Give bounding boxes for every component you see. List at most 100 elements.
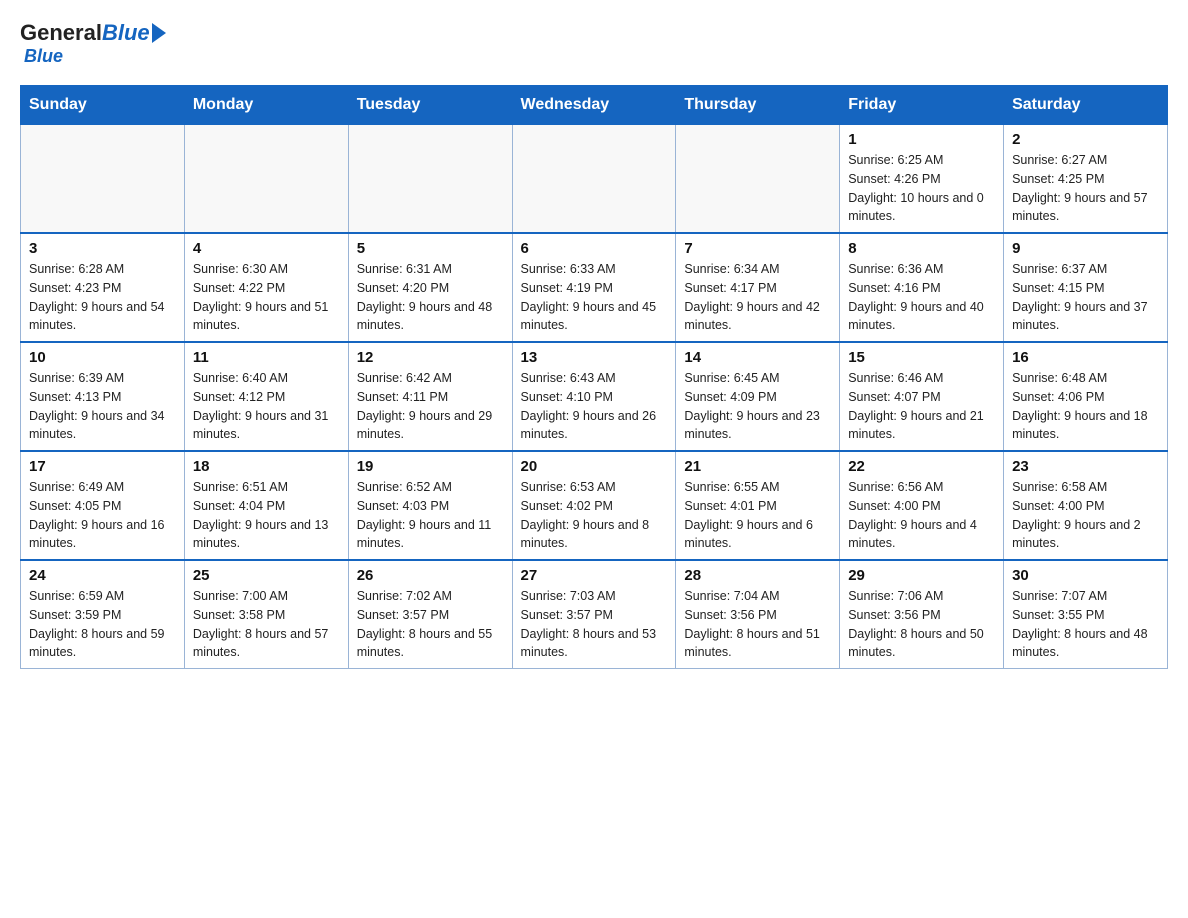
day-info: Sunrise: 6:33 AM Sunset: 4:19 PM Dayligh…	[521, 260, 668, 335]
calendar-cell: 26Sunrise: 7:02 AM Sunset: 3:57 PM Dayli…	[348, 560, 512, 669]
day-info: Sunrise: 6:31 AM Sunset: 4:20 PM Dayligh…	[357, 260, 504, 335]
day-number: 21	[684, 458, 831, 475]
day-number: 12	[357, 349, 504, 366]
day-info: Sunrise: 6:43 AM Sunset: 4:10 PM Dayligh…	[521, 369, 668, 444]
calendar-cell: 3Sunrise: 6:28 AM Sunset: 4:23 PM Daylig…	[21, 233, 185, 342]
day-number: 27	[521, 567, 668, 584]
day-number: 24	[29, 567, 176, 584]
day-info: Sunrise: 7:00 AM Sunset: 3:58 PM Dayligh…	[193, 587, 340, 662]
day-number: 1	[848, 131, 995, 148]
day-number: 2	[1012, 131, 1159, 148]
day-info: Sunrise: 6:36 AM Sunset: 4:16 PM Dayligh…	[848, 260, 995, 335]
day-info: Sunrise: 6:51 AM Sunset: 4:04 PM Dayligh…	[193, 478, 340, 553]
calendar-cell	[184, 125, 348, 234]
day-number: 18	[193, 458, 340, 475]
day-number: 17	[29, 458, 176, 475]
calendar-cell: 16 Sunrise: 6:48 AM Sunset: 4:06 PM Dayli…	[1004, 342, 1168, 451]
day-info: Sunrise: 6:52 AM Sunset: 4:03 PM Dayligh…	[357, 478, 504, 553]
header-sunday: Sunday	[21, 86, 185, 125]
day-number: 28	[684, 567, 831, 584]
calendar-week-5: 24 Sunrise: 6:59 AM Sunset: 3:59 PM Dayli…	[21, 560, 1168, 669]
calendar-cell: 12 Sunrise: 6:42 AM Sunset: 4:11 PM Dayli…	[348, 342, 512, 451]
calendar-header-row: SundayMondayTuesdayWednesdayThursdayFrid…	[21, 86, 1168, 125]
header-tuesday: Tuesday	[348, 86, 512, 125]
calendar-cell: 27 Sunrise: 7:03 AM Sunset: 3:57 PM Dayli…	[512, 560, 676, 669]
day-number: 13	[521, 349, 668, 366]
calendar-cell: 8 Sunrise: 6:36 AM Sunset: 4:16 PM Daylig…	[840, 233, 1004, 342]
calendar-cell: 11 Sunrise: 6:40 AM Sunset: 4:12 PM Dayli…	[184, 342, 348, 451]
day-number: 11	[193, 349, 340, 366]
day-number: 15	[848, 349, 995, 366]
day-number: 8	[848, 240, 995, 257]
day-info: Sunrise: 6:27 AM Sunset: 4:25 PM Dayligh…	[1012, 151, 1159, 226]
header-saturday: Saturday	[1004, 86, 1168, 125]
calendar-cell: 21 Sunrise: 6:55 AM Sunset: 4:01 PM Dayli…	[676, 451, 840, 560]
day-info: Sunrise: 6:56 AM Sunset: 4:00 PM Dayligh…	[848, 478, 995, 553]
calendar-cell: 5 Sunrise: 6:31 AM Sunset: 4:20 PM Daylig…	[348, 233, 512, 342]
calendar-cell: 2 Sunrise: 6:27 AM Sunset: 4:25 PM Daylig…	[1004, 125, 1168, 234]
day-number: 22	[848, 458, 995, 475]
header-monday: Monday	[184, 86, 348, 125]
day-info: Sunrise: 7:03 AM Sunset: 3:57 PM Dayligh…	[521, 587, 668, 662]
day-info: Sunrise: 6:34 AM Sunset: 4:17 PM Dayligh…	[684, 260, 831, 335]
day-info: Sunrise: 6:55 AM Sunset: 4:01 PM Dayligh…	[684, 478, 831, 553]
calendar-cell	[676, 125, 840, 234]
day-info: Sunrise: 7:04 AM Sunset: 3:56 PM Dayligh…	[684, 587, 831, 662]
calendar-cell	[512, 125, 676, 234]
calendar-cell: 19 Sunrise: 6:52 AM Sunset: 4:03 PM Dayli…	[348, 451, 512, 560]
calendar-cell	[21, 125, 185, 234]
day-number: 6	[521, 240, 668, 257]
day-number: 30	[1012, 567, 1159, 584]
calendar-week-3: 10Sunrise: 6:39 AM Sunset: 4:13 PM Dayli…	[21, 342, 1168, 451]
day-info: Sunrise: 6:48 AM Sunset: 4:06 PM Dayligh…	[1012, 369, 1159, 444]
day-number: 10	[29, 349, 176, 366]
day-number: 9	[1012, 240, 1159, 257]
calendar-cell: 30 Sunrise: 7:07 AM Sunset: 3:55 PM Dayli…	[1004, 560, 1168, 669]
calendar-cell: 4Sunrise: 6:30 AM Sunset: 4:22 PM Daylig…	[184, 233, 348, 342]
calendar-week-1: 1Sunrise: 6:25 AM Sunset: 4:26 PM Daylig…	[21, 125, 1168, 234]
calendar-cell	[348, 125, 512, 234]
day-number: 23	[1012, 458, 1159, 475]
day-info: Sunrise: 6:49 AM Sunset: 4:05 PM Dayligh…	[29, 478, 176, 553]
calendar-cell: 17 Sunrise: 6:49 AM Sunset: 4:05 PM Dayli…	[21, 451, 185, 560]
calendar-cell: 24 Sunrise: 6:59 AM Sunset: 3:59 PM Dayli…	[21, 560, 185, 669]
calendar-cell: 6 Sunrise: 6:33 AM Sunset: 4:19 PM Daylig…	[512, 233, 676, 342]
calendar-cell: 7 Sunrise: 6:34 AM Sunset: 4:17 PM Daylig…	[676, 233, 840, 342]
calendar-table: SundayMondayTuesdayWednesdayThursdayFrid…	[20, 85, 1168, 669]
page-header: General Blue Blue	[20, 20, 1168, 67]
day-number: 25	[193, 567, 340, 584]
logo-general: General	[20, 20, 102, 46]
calendar-cell: 28 Sunrise: 7:04 AM Sunset: 3:56 PM Dayli…	[676, 560, 840, 669]
calendar-cell: 29Sunrise: 7:06 AM Sunset: 3:56 PM Dayli…	[840, 560, 1004, 669]
header-friday: Friday	[840, 86, 1004, 125]
day-number: 5	[357, 240, 504, 257]
calendar-week-2: 3Sunrise: 6:28 AM Sunset: 4:23 PM Daylig…	[21, 233, 1168, 342]
day-info: Sunrise: 6:28 AM Sunset: 4:23 PM Dayligh…	[29, 260, 176, 335]
header-thursday: Thursday	[676, 86, 840, 125]
day-number: 16	[1012, 349, 1159, 366]
day-info: Sunrise: 6:30 AM Sunset: 4:22 PM Dayligh…	[193, 260, 340, 335]
calendar-cell: 15Sunrise: 6:46 AM Sunset: 4:07 PM Dayli…	[840, 342, 1004, 451]
calendar-week-4: 17 Sunrise: 6:49 AM Sunset: 4:05 PM Dayli…	[21, 451, 1168, 560]
calendar-cell: 1Sunrise: 6:25 AM Sunset: 4:26 PM Daylig…	[840, 125, 1004, 234]
logo: General Blue Blue	[20, 20, 166, 67]
calendar-cell: 23 Sunrise: 6:58 AM Sunset: 4:00 PM Dayli…	[1004, 451, 1168, 560]
calendar-cell: 20Sunrise: 6:53 AM Sunset: 4:02 PM Dayli…	[512, 451, 676, 560]
calendar-cell: 25 Sunrise: 7:00 AM Sunset: 3:58 PM Dayli…	[184, 560, 348, 669]
day-number: 7	[684, 240, 831, 257]
calendar-cell: 9Sunrise: 6:37 AM Sunset: 4:15 PM Daylig…	[1004, 233, 1168, 342]
day-info: Sunrise: 7:07 AM Sunset: 3:55 PM Dayligh…	[1012, 587, 1159, 662]
day-info: Sunrise: 6:42 AM Sunset: 4:11 PM Dayligh…	[357, 369, 504, 444]
day-number: 14	[684, 349, 831, 366]
calendar-cell: 14 Sunrise: 6:45 AM Sunset: 4:09 PM Dayli…	[676, 342, 840, 451]
calendar-cell: 10Sunrise: 6:39 AM Sunset: 4:13 PM Dayli…	[21, 342, 185, 451]
day-info: Sunrise: 6:40 AM Sunset: 4:12 PM Dayligh…	[193, 369, 340, 444]
day-info: Sunrise: 6:58 AM Sunset: 4:00 PM Dayligh…	[1012, 478, 1159, 553]
day-info: Sunrise: 7:02 AM Sunset: 3:57 PM Dayligh…	[357, 587, 504, 662]
calendar-cell: 22 Sunrise: 6:56 AM Sunset: 4:00 PM Dayli…	[840, 451, 1004, 560]
day-info: Sunrise: 7:06 AM Sunset: 3:56 PM Dayligh…	[848, 587, 995, 662]
calendar-cell: 13 Sunrise: 6:43 AM Sunset: 4:10 PM Dayli…	[512, 342, 676, 451]
day-number: 19	[357, 458, 504, 475]
day-info: Sunrise: 6:59 AM Sunset: 3:59 PM Dayligh…	[29, 587, 176, 662]
day-info: Sunrise: 6:45 AM Sunset: 4:09 PM Dayligh…	[684, 369, 831, 444]
